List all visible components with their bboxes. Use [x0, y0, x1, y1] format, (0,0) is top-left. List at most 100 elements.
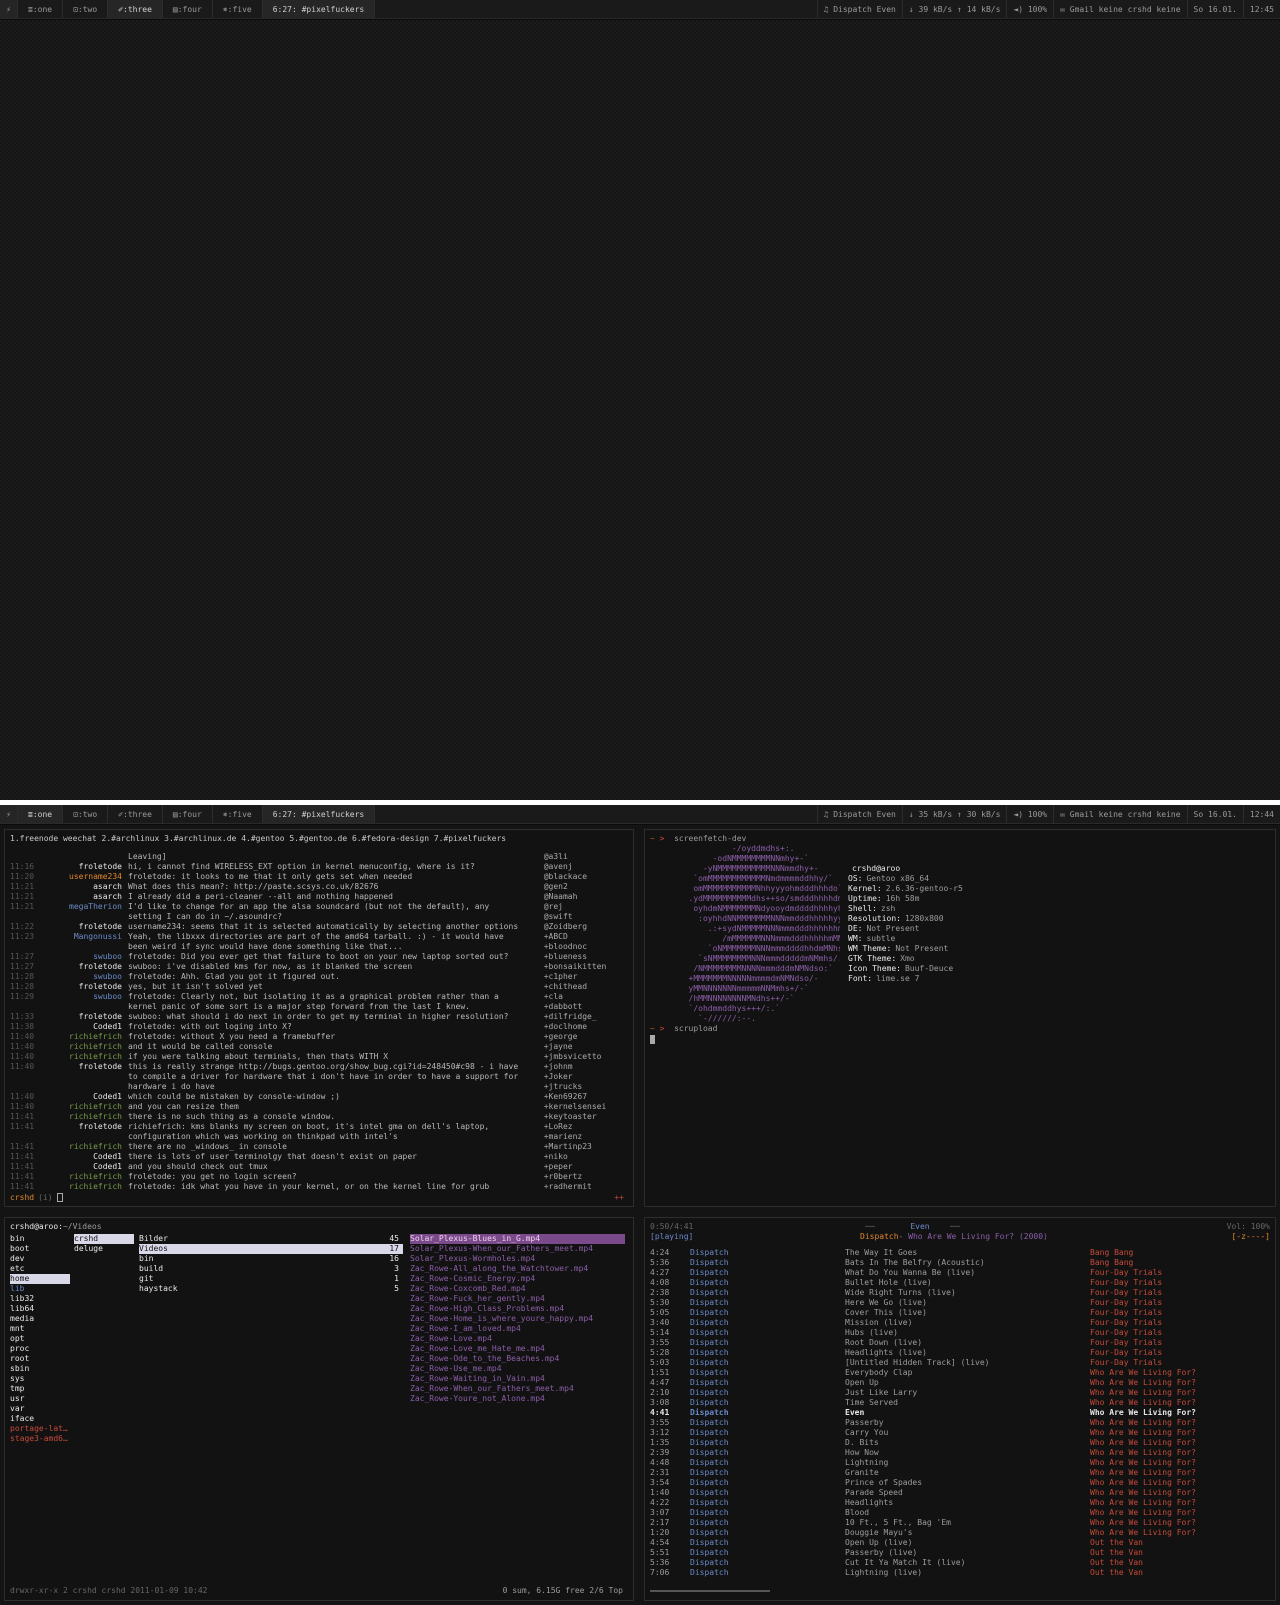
- ranger-entry[interactable]: build 3: [139, 1264, 403, 1274]
- chat-nick[interactable]: Mangonussi: [34, 932, 128, 942]
- nick-item[interactable]: @gen2: [544, 882, 628, 892]
- ranger-entry[interactable]: haystack 5: [139, 1284, 403, 1294]
- ranger-entry[interactable]: portage-lat…: [10, 1424, 70, 1434]
- playlist-item[interactable]: 5:36 Dispatch Bats In The Belfry (Acoustic…: [650, 1258, 1270, 1268]
- tag-three[interactable]: ✐:three: [108, 0, 163, 18]
- ranger-entry[interactable]: git 1: [139, 1274, 403, 1284]
- video-file[interactable]: Zac_Rowe-Youre_not_Alone.mp4: [410, 1394, 625, 1404]
- playlist-item[interactable]: 1:40 Dispatch Parade Speed Who Are We Livin…: [650, 1488, 1270, 1498]
- chat-nick[interactable]: froletode: [34, 922, 128, 932]
- chat-nick[interactable]: swuboo: [34, 952, 128, 962]
- playlist-item[interactable]: 2:38 Dispatch Wide Right Turns (live) Four-…: [650, 1288, 1270, 1298]
- terminal-window[interactable]: ~ > screenfetch-dev -/oyddmdhs+:. -odNMM…: [644, 829, 1276, 1207]
- chat-nick[interactable]: Coded1: [34, 1092, 128, 1102]
- video-file[interactable]: Zac_Rowe-Coxcomb_Red.mp4: [410, 1284, 625, 1294]
- nick-item[interactable]: +cla: [544, 992, 628, 1002]
- playlist-item[interactable]: 3:40 Dispatch Mission (live) Four-Day Trial…: [650, 1318, 1270, 1328]
- ranger-entry[interactable]: tmp: [10, 1384, 70, 1394]
- nick-item[interactable]: +jmbsvicetto: [544, 1052, 628, 1062]
- tag-four[interactable]: ▤:four: [163, 805, 213, 823]
- tag-one[interactable]: ≣:one: [18, 0, 64, 18]
- chat-nick[interactable]: [34, 1082, 128, 1092]
- ranger-parent-column[interactable]: bin boot dev etc home lib lib32 lib64 media mnt op…: [10, 1234, 70, 1444]
- nick-item[interactable]: +Ken69267: [544, 1092, 628, 1102]
- playlist-item[interactable]: 4:27 Dispatch What Do You Wanna Be (live) F…: [650, 1268, 1270, 1278]
- tag-five[interactable]: ⎈:five: [213, 0, 263, 18]
- ranger-entry[interactable]: etc: [10, 1264, 70, 1274]
- playlist-item[interactable]: 4:24 Dispatch The Way It Goes Bang Bang: [650, 1248, 1270, 1258]
- nick-item[interactable]: +dabbott: [544, 1002, 628, 1012]
- playlist[interactable]: 4:24 Dispatch The Way It Goes Bang Bang 5:36…: [650, 1248, 1270, 1578]
- playlist-item[interactable]: 5:03 Dispatch [Untitled Hidden Track] (liv…: [650, 1358, 1270, 1368]
- nick-item[interactable]: +radhermit: [544, 1182, 628, 1192]
- playlist-item[interactable]: 2:31 Dispatch Granite Who Are We Living For…: [650, 1468, 1270, 1478]
- nick-item[interactable]: +c1pher: [544, 972, 628, 982]
- volume-status[interactable]: ◄) 100%: [1006, 0, 1053, 18]
- ranger-entry[interactable]: sbin: [10, 1364, 70, 1374]
- video-file[interactable]: Zac_Rowe-Cosmic_Energy.mp4: [410, 1274, 625, 1284]
- playlist-item[interactable]: 1:51 Dispatch Everybody Clap Who Are We Liv…: [650, 1368, 1270, 1378]
- ranger-entry[interactable]: lib: [10, 1284, 70, 1294]
- ranger-entry[interactable]: bin: [10, 1234, 70, 1244]
- playlist-item[interactable]: 3:55 Dispatch Passerby Who Are We Living Fo…: [650, 1418, 1270, 1428]
- chat-nick[interactable]: Coded1: [34, 1152, 128, 1162]
- mpd-flags[interactable]: [-z----]: [1231, 1232, 1270, 1242]
- video-file[interactable]: Zac_Rowe-Love.mp4: [410, 1334, 625, 1344]
- nick-item[interactable]: +marienz: [544, 1132, 628, 1142]
- playlist-item[interactable]: 5:05 Dispatch Cover This (live) Four-Day Tr…: [650, 1308, 1270, 1318]
- input-line[interactable]: crshd (i) ++: [10, 1193, 628, 1203]
- ranger-home-column[interactable]: crshd deluge: [74, 1234, 134, 1254]
- video-file[interactable]: Zac_Rowe-Waiting_in_Vain.mp4: [410, 1374, 625, 1384]
- nick-item[interactable]: +george: [544, 1032, 628, 1042]
- nick-list[interactable]: @a3li @avenj @blackace @gen2 @Naamah @rej @swi…: [544, 852, 628, 1192]
- ranger-entry[interactable]: lib64: [10, 1304, 70, 1314]
- nick-item[interactable]: +bloodnoc: [544, 942, 628, 952]
- tag-five[interactable]: ⎈:five: [213, 805, 263, 823]
- ranger-current-column[interactable]: Bilder 45 Videos 17 bin 16 build 3 git 1 haystack 5: [139, 1234, 403, 1294]
- nick-item[interactable]: @blackace: [544, 872, 628, 882]
- music-status[interactable]: ♫ Dispatch Even: [816, 805, 902, 823]
- nick-item[interactable]: @rej: [544, 902, 628, 912]
- chat-nick[interactable]: richiefrich: [34, 1102, 128, 1112]
- video-file[interactable]: Zac_Rowe-When_our_Fathers_meet.mp4: [410, 1384, 625, 1394]
- ncmpcpp-window[interactable]: 0:50/4:41 ── Even ── Vol: 100% [playing]…: [644, 1217, 1276, 1601]
- video-file[interactable]: Zac_Rowe-Ode_to_the_Beaches.mp4: [410, 1354, 625, 1364]
- playlist-item[interactable]: 7:06 Dispatch Lightning (live) Out the Van: [650, 1568, 1270, 1578]
- weechat-buffer-tabs[interactable]: 1.freenode weechat 2.#archlinux 3.#archl…: [10, 834, 628, 844]
- playlist-item[interactable]: 4:47 Dispatch Open Up Who Are We Living For…: [650, 1378, 1270, 1388]
- chat-nick[interactable]: [34, 852, 128, 862]
- video-file[interactable]: Solar_Plexus-Wormholes.mp4: [410, 1254, 625, 1264]
- volume-status[interactable]: ◄) 100%: [1006, 805, 1053, 823]
- window-title[interactable]: 6:27: #pixelfuckers: [262, 0, 376, 18]
- ranger-entry[interactable]: sys: [10, 1374, 70, 1384]
- ranger-entry[interactable]: boot: [10, 1244, 70, 1254]
- progress-bar[interactable]: [650, 1590, 770, 1592]
- ranger-entry[interactable]: var: [10, 1404, 70, 1414]
- nick-item[interactable]: +ABCD: [544, 932, 628, 942]
- ranger-entry[interactable]: bin 16: [139, 1254, 403, 1264]
- nick-item[interactable]: +Joker: [544, 1072, 628, 1082]
- mail-status[interactable]: ✉ Gmail keine crshd keine: [1053, 805, 1186, 823]
- playlist-item[interactable]: 3:08 Dispatch Time Served Who Are We Living…: [650, 1398, 1270, 1408]
- video-file[interactable]: Solar_Plexus-Blues_in_G.mp4: [410, 1234, 625, 1244]
- chat-nick[interactable]: richiefrich: [34, 1032, 128, 1042]
- ranger-entry[interactable]: opt: [10, 1334, 70, 1344]
- ranger-entry[interactable]: media: [10, 1314, 70, 1324]
- chat-nick[interactable]: froletode: [34, 862, 128, 872]
- nick-item[interactable]: +blueness: [544, 952, 628, 962]
- tag-two[interactable]: ⊡:two: [63, 805, 109, 823]
- nick-item[interactable]: +peper: [544, 1162, 628, 1172]
- nick-item[interactable]: +doclhome: [544, 1022, 628, 1032]
- chat-nick[interactable]: megaTherion: [34, 902, 128, 912]
- nick-item[interactable]: @swift: [544, 912, 628, 922]
- tag-four[interactable]: ▤:four: [163, 0, 213, 18]
- window-title[interactable]: 6:27: #pixelfuckers: [262, 805, 376, 823]
- nick-item[interactable]: +Martinp23: [544, 1142, 628, 1152]
- chat-nick[interactable]: asarch: [34, 882, 128, 892]
- nick-item[interactable]: +bonsaikitten: [544, 962, 628, 972]
- video-file[interactable]: Zac_Rowe-Use_me.mp4: [410, 1364, 625, 1374]
- tag-one[interactable]: ≣:one: [18, 805, 64, 823]
- nick-item[interactable]: +kernelsensei: [544, 1102, 628, 1112]
- chat-nick[interactable]: froletode: [34, 962, 128, 972]
- music-status[interactable]: ♫ Dispatch Even: [816, 0, 902, 18]
